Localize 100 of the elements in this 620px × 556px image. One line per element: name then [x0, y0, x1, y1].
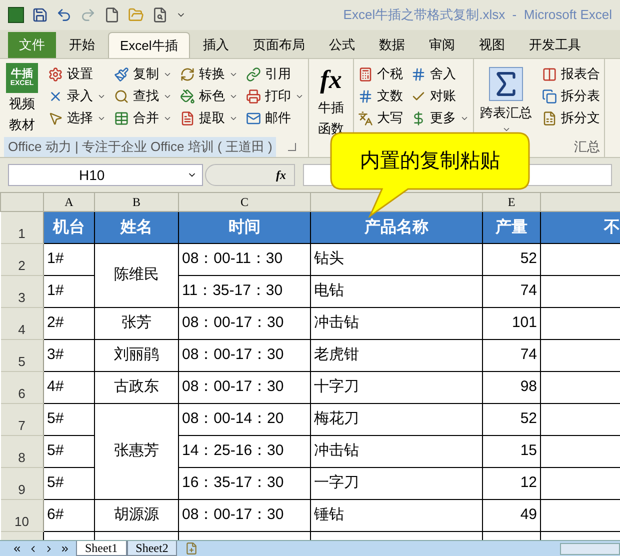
table-cell: 101 [482, 308, 540, 340]
column-header[interactable]: E [482, 192, 540, 212]
print-preview-icon[interactable] [152, 7, 168, 23]
sigma-table-icon[interactable] [489, 67, 523, 101]
table-cell: 张芳 [94, 308, 178, 340]
ribbon-command[interactable]: 打印 [265, 86, 291, 106]
function-icon[interactable]: fx [320, 63, 342, 97]
ribbon-big-label[interactable]: 视频 [9, 93, 35, 114]
file-tab[interactable]: 文件 [8, 32, 56, 58]
ribbon-command[interactable]: 复制 [133, 64, 159, 84]
pointer-icon [48, 110, 63, 126]
dollar-icon [411, 110, 426, 126]
column-header[interactable]: B [94, 192, 178, 212]
insert-sheet-icon[interactable] [185, 542, 198, 555]
table-cell: 52 [482, 244, 540, 276]
table-cell: 08：00-17：30 [178, 340, 310, 372]
ribbon-command[interactable]: 大写 [377, 108, 403, 128]
name-box[interactable]: H10 [8, 164, 203, 186]
table-cell: 1# [44, 244, 94, 276]
ribbon-command[interactable]: 合并 [133, 108, 159, 128]
paint-bucket-icon [180, 88, 195, 104]
table-cell: 十字刀 [310, 372, 482, 404]
row-number[interactable]: 4 [0, 308, 44, 340]
table-merge-icon [542, 66, 557, 82]
ribbon-big-label[interactable]: 牛插 [318, 97, 344, 118]
undo-icon[interactable] [56, 7, 72, 23]
ribbon-tab[interactable]: 审阅 [418, 32, 466, 58]
function-icon[interactable]: fx [276, 166, 286, 184]
ribbon-command[interactable]: 报表合 [561, 64, 600, 84]
sheet-tab[interactable]: Sheet1 [76, 541, 127, 556]
row-number[interactable]: 10 [0, 500, 44, 532]
table-cell: 6# [44, 500, 94, 532]
row-number[interactable]: 7 [0, 404, 44, 436]
table-cell: 陈维民 [94, 244, 178, 308]
ribbon-command[interactable]: 引用 [265, 64, 291, 84]
table-cell: 74 [482, 340, 540, 372]
table-cell: 08：00-17：30 [178, 308, 310, 340]
table-cell: 老虎钳 [310, 340, 482, 372]
table-cell: 锤钻 [310, 500, 482, 532]
header-cell: 时间 [178, 212, 310, 244]
row-number[interactable]: 9 [0, 468, 44, 500]
ribbon-command[interactable]: 录入 [67, 86, 93, 106]
ribbon-command[interactable]: 设置 [67, 64, 93, 84]
table-cell: 电钻 [310, 276, 482, 308]
column-header[interactable]: A [44, 192, 94, 212]
table-cell: 15 [482, 436, 540, 468]
table-cell: 冲击钻 [310, 436, 482, 468]
row-number[interactable]: 3 [0, 276, 44, 308]
header-cell: 姓名 [94, 212, 178, 244]
ribbon-command[interactable]: 提取 [199, 108, 225, 128]
printer-icon [246, 88, 261, 104]
ribbon-command[interactable]: 转换 [199, 64, 225, 84]
table-cell: 冲击钻 [310, 308, 482, 340]
ribbon-tab[interactable]: 视图 [468, 32, 516, 58]
search-icon [114, 88, 129, 104]
ribbon-command[interactable]: 个税 [377, 64, 403, 84]
row-number[interactable]: 2 [0, 244, 44, 276]
ribbon-tab[interactable]: 公式 [318, 32, 366, 58]
table-cell: 52 [482, 404, 540, 436]
ribbon-tab[interactable]: Excel牛插 [108, 32, 190, 58]
decimal-icon [411, 66, 426, 82]
ribbon-command[interactable]: 标色 [199, 86, 225, 106]
table-icon [114, 110, 129, 126]
ribbon-command[interactable]: 对账 [430, 86, 456, 106]
row-number[interactable]: 6 [0, 372, 44, 404]
ribbon-command[interactable]: 拆分文 [561, 108, 600, 128]
row-number[interactable]: 8 [0, 436, 44, 468]
dropdown-caret-icon[interactable] [502, 125, 510, 134]
row-number[interactable]: 1 [0, 212, 44, 244]
ribbon-tab[interactable]: 开发工具 [518, 32, 592, 58]
ribbon-tab[interactable]: 插入 [192, 32, 240, 58]
ribbon-tab[interactable]: 开始 [58, 32, 106, 58]
header-cell: 不 [540, 212, 620, 244]
table-cell: 2# [44, 308, 94, 340]
document-icon [180, 110, 195, 126]
ribbon-command[interactable]: 查找 [133, 86, 159, 106]
ribbon-command[interactable]: 文数 [377, 86, 403, 106]
ribbon-tab[interactable]: 页面布局 [242, 32, 316, 58]
ribbon-tab[interactable]: 数据 [368, 32, 416, 58]
ribbon-command[interactable]: 选择 [67, 108, 93, 128]
horizontal-scrollbar[interactable] [560, 542, 620, 554]
sheet-tab[interactable]: Sheet2 [126, 541, 178, 556]
ribbon-command[interactable]: 拆分表 [561, 86, 600, 106]
convert-icon [180, 66, 195, 82]
ribbon-command[interactable]: 舍入 [430, 64, 456, 84]
table-cell: 古政东 [94, 372, 178, 404]
last-sheet-icon[interactable] [60, 544, 70, 554]
ribbon-command[interactable]: 更多 [430, 108, 456, 128]
new-file-icon[interactable] [104, 7, 120, 23]
ribbon-big-label[interactable]: 教材 [9, 114, 35, 135]
gear-icon [48, 66, 63, 82]
ribbon-command[interactable]: 邮件 [265, 108, 291, 128]
dialog-launcher-icon[interactable] [288, 143, 296, 151]
table-cell: 钻头 [310, 244, 482, 276]
link-icon [246, 66, 261, 82]
first-sheet-icon[interactable] [12, 544, 22, 554]
column-header[interactable]: C [178, 192, 310, 212]
save-icon[interactable] [32, 7, 48, 23]
row-number[interactable]: 5 [0, 340, 44, 372]
ribbon-big-label[interactable]: 跨表汇总 [480, 101, 532, 125]
